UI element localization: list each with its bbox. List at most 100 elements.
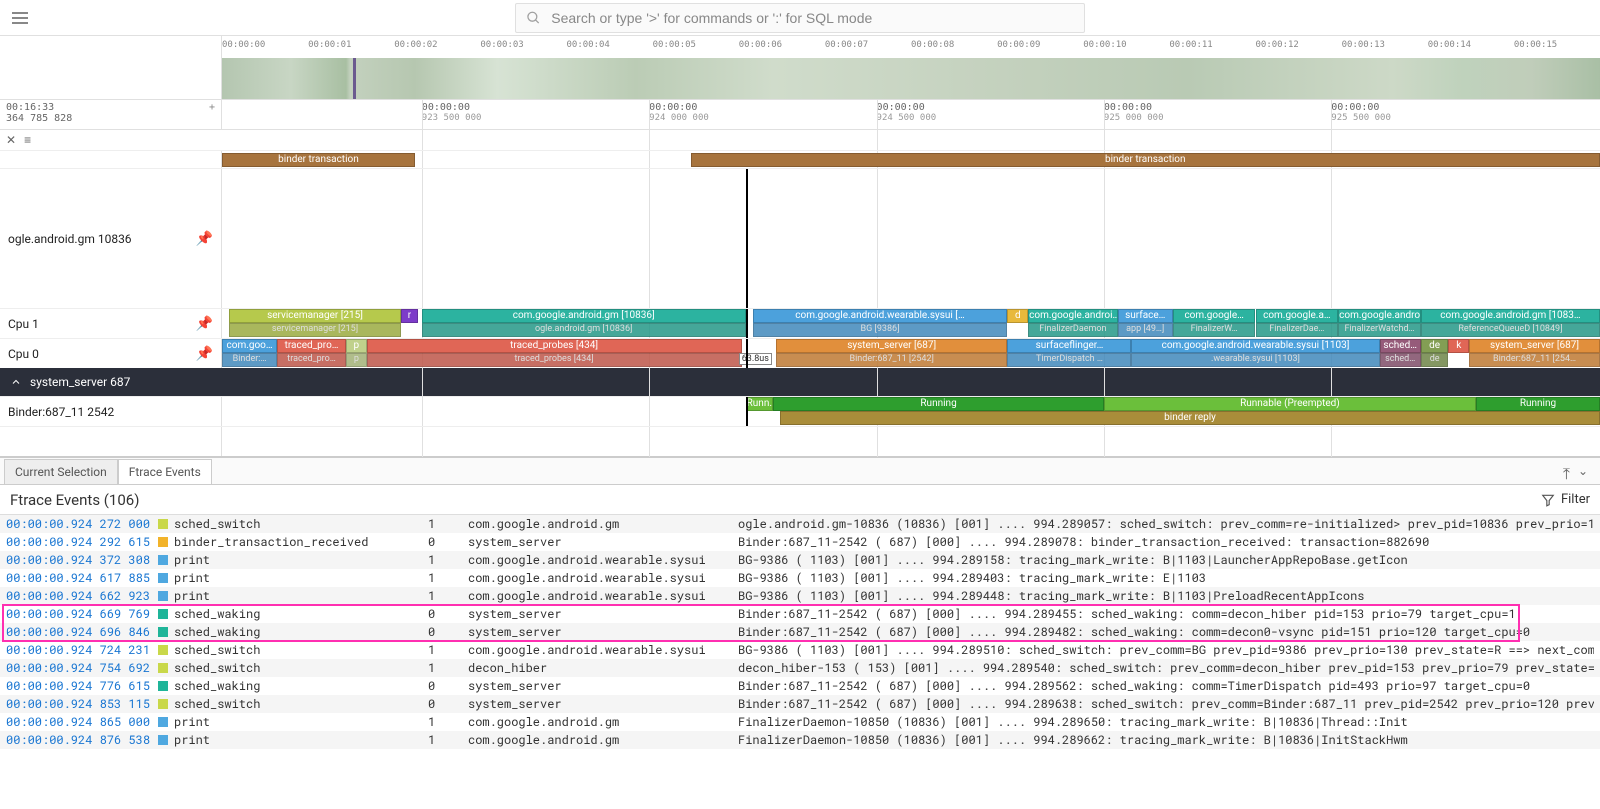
ev-process: com.google.android.gm (468, 714, 738, 730)
cpu-track-name[interactable]: Cpu 0📌 (0, 339, 222, 368)
ruler-origin: 00:16:33+ 364 785 828 (0, 100, 222, 129)
slice-bar[interactable]: binder transaction (691, 153, 1600, 167)
ev-timestamp: 00:00:00.924 662 923 (6, 588, 158, 604)
ftrace-row[interactable]: 00:00:00.924 272 000sched_switch1com.goo… (0, 515, 1600, 533)
ev-name: print (174, 588, 210, 604)
menu-button[interactable] (8, 6, 32, 30)
slice-bar[interactable]: servicemanager [215] (229, 309, 401, 323)
track-process-gm[interactable]: ogle.android.gm 10836 📌 (0, 169, 222, 308)
slice-bar[interactable]: binder transaction (222, 153, 415, 167)
ev-message: Binder:687_11-2542 ( 687) [000] .... 994… (738, 696, 1594, 712)
ev-name: sched_waking (174, 606, 260, 622)
minimap-tick: 00:00:00 (222, 40, 265, 50)
slice-sub: traced_probes [434] (367, 353, 742, 367)
expand-icon[interactable]: ⌄ (1578, 464, 1588, 484)
thread-group-header[interactable]: system_server 687 (0, 368, 1600, 396)
ftrace-row[interactable]: 00:00:00.924 865 000print1com.google.and… (0, 713, 1600, 731)
ev-message: Binder:687_11-2542 ( 687) [000] .... 994… (738, 678, 1594, 694)
slice-bar[interactable]: p (346, 339, 367, 353)
slice-bar[interactable]: traced_probes [434] (367, 339, 742, 353)
thread-slice[interactable]: Runn… (746, 397, 774, 411)
ev-message: decon_hiber-153 ( 153) [001] .... 994.28… (738, 660, 1594, 676)
pin-icon[interactable]: 📌 (196, 316, 213, 332)
panel-tab[interactable]: Current Selection (4, 459, 118, 484)
ftrace-row[interactable]: 00:00:00.924 754 692sched_switch1decon_h… (0, 659, 1600, 677)
slice-bar[interactable]: traced_pro… (277, 339, 346, 353)
collapse-icon[interactable]: ✕ (6, 133, 16, 147)
ev-message: BG-9386 ( 1103) [001] .... 994.289510: s… (738, 642, 1594, 658)
thread-slice[interactable]: Running (773, 397, 1104, 411)
slice-bar[interactable]: com.google.androi… (1028, 309, 1118, 323)
ftrace-row[interactable]: 00:00:00.924 724 231sched_switch1com.goo… (0, 641, 1600, 659)
ev-swatch (158, 663, 168, 673)
ruler-tick: 00:00:00924 500 000 (877, 102, 937, 123)
slice-bar[interactable]: r (401, 309, 418, 323)
slice-bar[interactable]: com.google.android.gm [10836] (422, 309, 746, 323)
slice-bar[interactable]: com.google.android.wearable.sysui [… (753, 309, 1008, 323)
minimap-tick: 00:00:05 (653, 40, 696, 50)
ftrace-event-list[interactable]: 00:00:00.924 272 000sched_switch1com.goo… (0, 515, 1600, 749)
slice-bar[interactable]: com.google.a… (1256, 309, 1339, 323)
slice-bar[interactable]: com.google.andro… (1338, 309, 1421, 323)
slice-bar[interactable]: surfaceflinger… (1007, 339, 1131, 353)
omnibox[interactable] (515, 3, 1085, 33)
ev-timestamp: 00:00:00.924 776 615 (6, 678, 158, 694)
cpu-track-name[interactable]: Cpu 1📌 (0, 309, 222, 338)
ftrace-row[interactable]: 00:00:00.924 617 885print1com.google.and… (0, 569, 1600, 587)
ev-message: FinalizerDaemon-10850 (10836) [001] ....… (738, 732, 1594, 748)
slice-bar[interactable]: com.google.android.wearable.sysui [1103] (1131, 339, 1379, 353)
ftrace-row[interactable]: 00:00:00.924 372 308print1com.google.and… (0, 551, 1600, 569)
slice-bar[interactable]: system_server [687] (776, 339, 1008, 353)
ev-swatch (158, 735, 168, 745)
ftrace-row[interactable]: 00:00:00.924 776 615sched_waking0system_… (0, 677, 1600, 695)
ftrace-row[interactable]: 00:00:00.924 292 615binder_transaction_r… (0, 533, 1600, 551)
slice-bar[interactable]: de (1421, 339, 1449, 353)
ftrace-row[interactable]: 00:00:00.924 876 538print1com.google.and… (0, 731, 1600, 749)
slice-bar[interactable]: system_server [687] (1469, 339, 1600, 353)
slice-bar[interactable]: sched… (1380, 339, 1421, 353)
scroll-top-icon[interactable]: ⤒ (1563, 464, 1570, 484)
ruler-tick: 00:00:00923 500 000 (422, 102, 482, 123)
ev-timestamp: 00:00:00.924 853 115 (6, 696, 158, 712)
track-process-gm-body[interactable] (222, 169, 1600, 308)
minimap-tick: 00:00:02 (394, 40, 437, 50)
ftrace-row[interactable]: 00:00:00.924 696 846sched_waking0system_… (0, 623, 1600, 641)
pin-icon[interactable]: 📌 (196, 231, 213, 247)
slice-bar[interactable]: com.google.android.gm [1083… (1421, 309, 1600, 323)
filter-button[interactable]: Filter (1541, 492, 1590, 507)
ev-cpu: 0 (428, 534, 468, 550)
cpu-track[interactable]: servicemanager [215]servicemanager [215]… (222, 309, 1600, 338)
ev-process: system_server (468, 606, 738, 622)
ftrace-row[interactable]: 00:00:00.924 853 115sched_switch0system_… (0, 695, 1600, 713)
slice-bar[interactable]: com.google… (1173, 309, 1256, 323)
search-input[interactable] (551, 10, 1074, 26)
thread-track[interactable]: Runn…RunningRunnable (Preempted)Runningb… (222, 397, 1600, 426)
slice-bar[interactable]: surface… (1118, 309, 1173, 323)
filter-lines-icon[interactable]: ≡ (24, 133, 27, 147)
slice-bar[interactable]: k (1448, 339, 1469, 353)
slice-bar[interactable]: d (1007, 309, 1028, 323)
thread-name[interactable]: Binder:687_11 2542 (0, 397, 222, 426)
ev-message: FinalizerDaemon-10850 (10836) [001] ....… (738, 714, 1594, 730)
slice-sub: BG [9386] (753, 323, 1008, 337)
ruler-tick: 00:00:00925 500 000 (1331, 102, 1391, 123)
thread-slice[interactable]: Runnable (Preempted) (1104, 397, 1476, 411)
time-ruler[interactable]: 00:00:00923 500 00000:00:00924 000 00000… (222, 100, 1600, 129)
cpu-track[interactable]: com.goo…Binder:…traced_pro…traced_pro…pp… (222, 339, 1600, 368)
slice-sub: FinalizerDaemon (1028, 323, 1118, 337)
track-binder[interactable]: binder transaction binder transaction (222, 151, 1600, 168)
ftrace-row[interactable]: 00:00:00.924 669 769sched_waking0system_… (0, 605, 1600, 623)
ev-swatch (158, 609, 168, 619)
ev-process: system_server (468, 534, 738, 550)
ev-name: sched_switch (174, 696, 260, 712)
thread-slice[interactable]: binder reply (780, 411, 1600, 425)
slice-bar[interactable]: com.goo… (222, 339, 277, 353)
ev-timestamp: 00:00:00.924 754 692 (6, 660, 158, 676)
ftrace-row[interactable]: 00:00:00.924 662 923print1com.google.and… (0, 587, 1600, 605)
pin-icon[interactable]: 📌 (196, 346, 213, 362)
ev-message: Binder:687_11-2542 ( 687) [000] .... 994… (738, 624, 1594, 640)
minimap[interactable]: 00:00:0000:00:0100:00:0200:00:0300:00:04… (222, 36, 1600, 99)
thread-slice[interactable]: Running (1476, 397, 1600, 411)
slice-sub: de (1421, 353, 1449, 367)
panel-tab[interactable]: Ftrace Events (118, 459, 212, 484)
